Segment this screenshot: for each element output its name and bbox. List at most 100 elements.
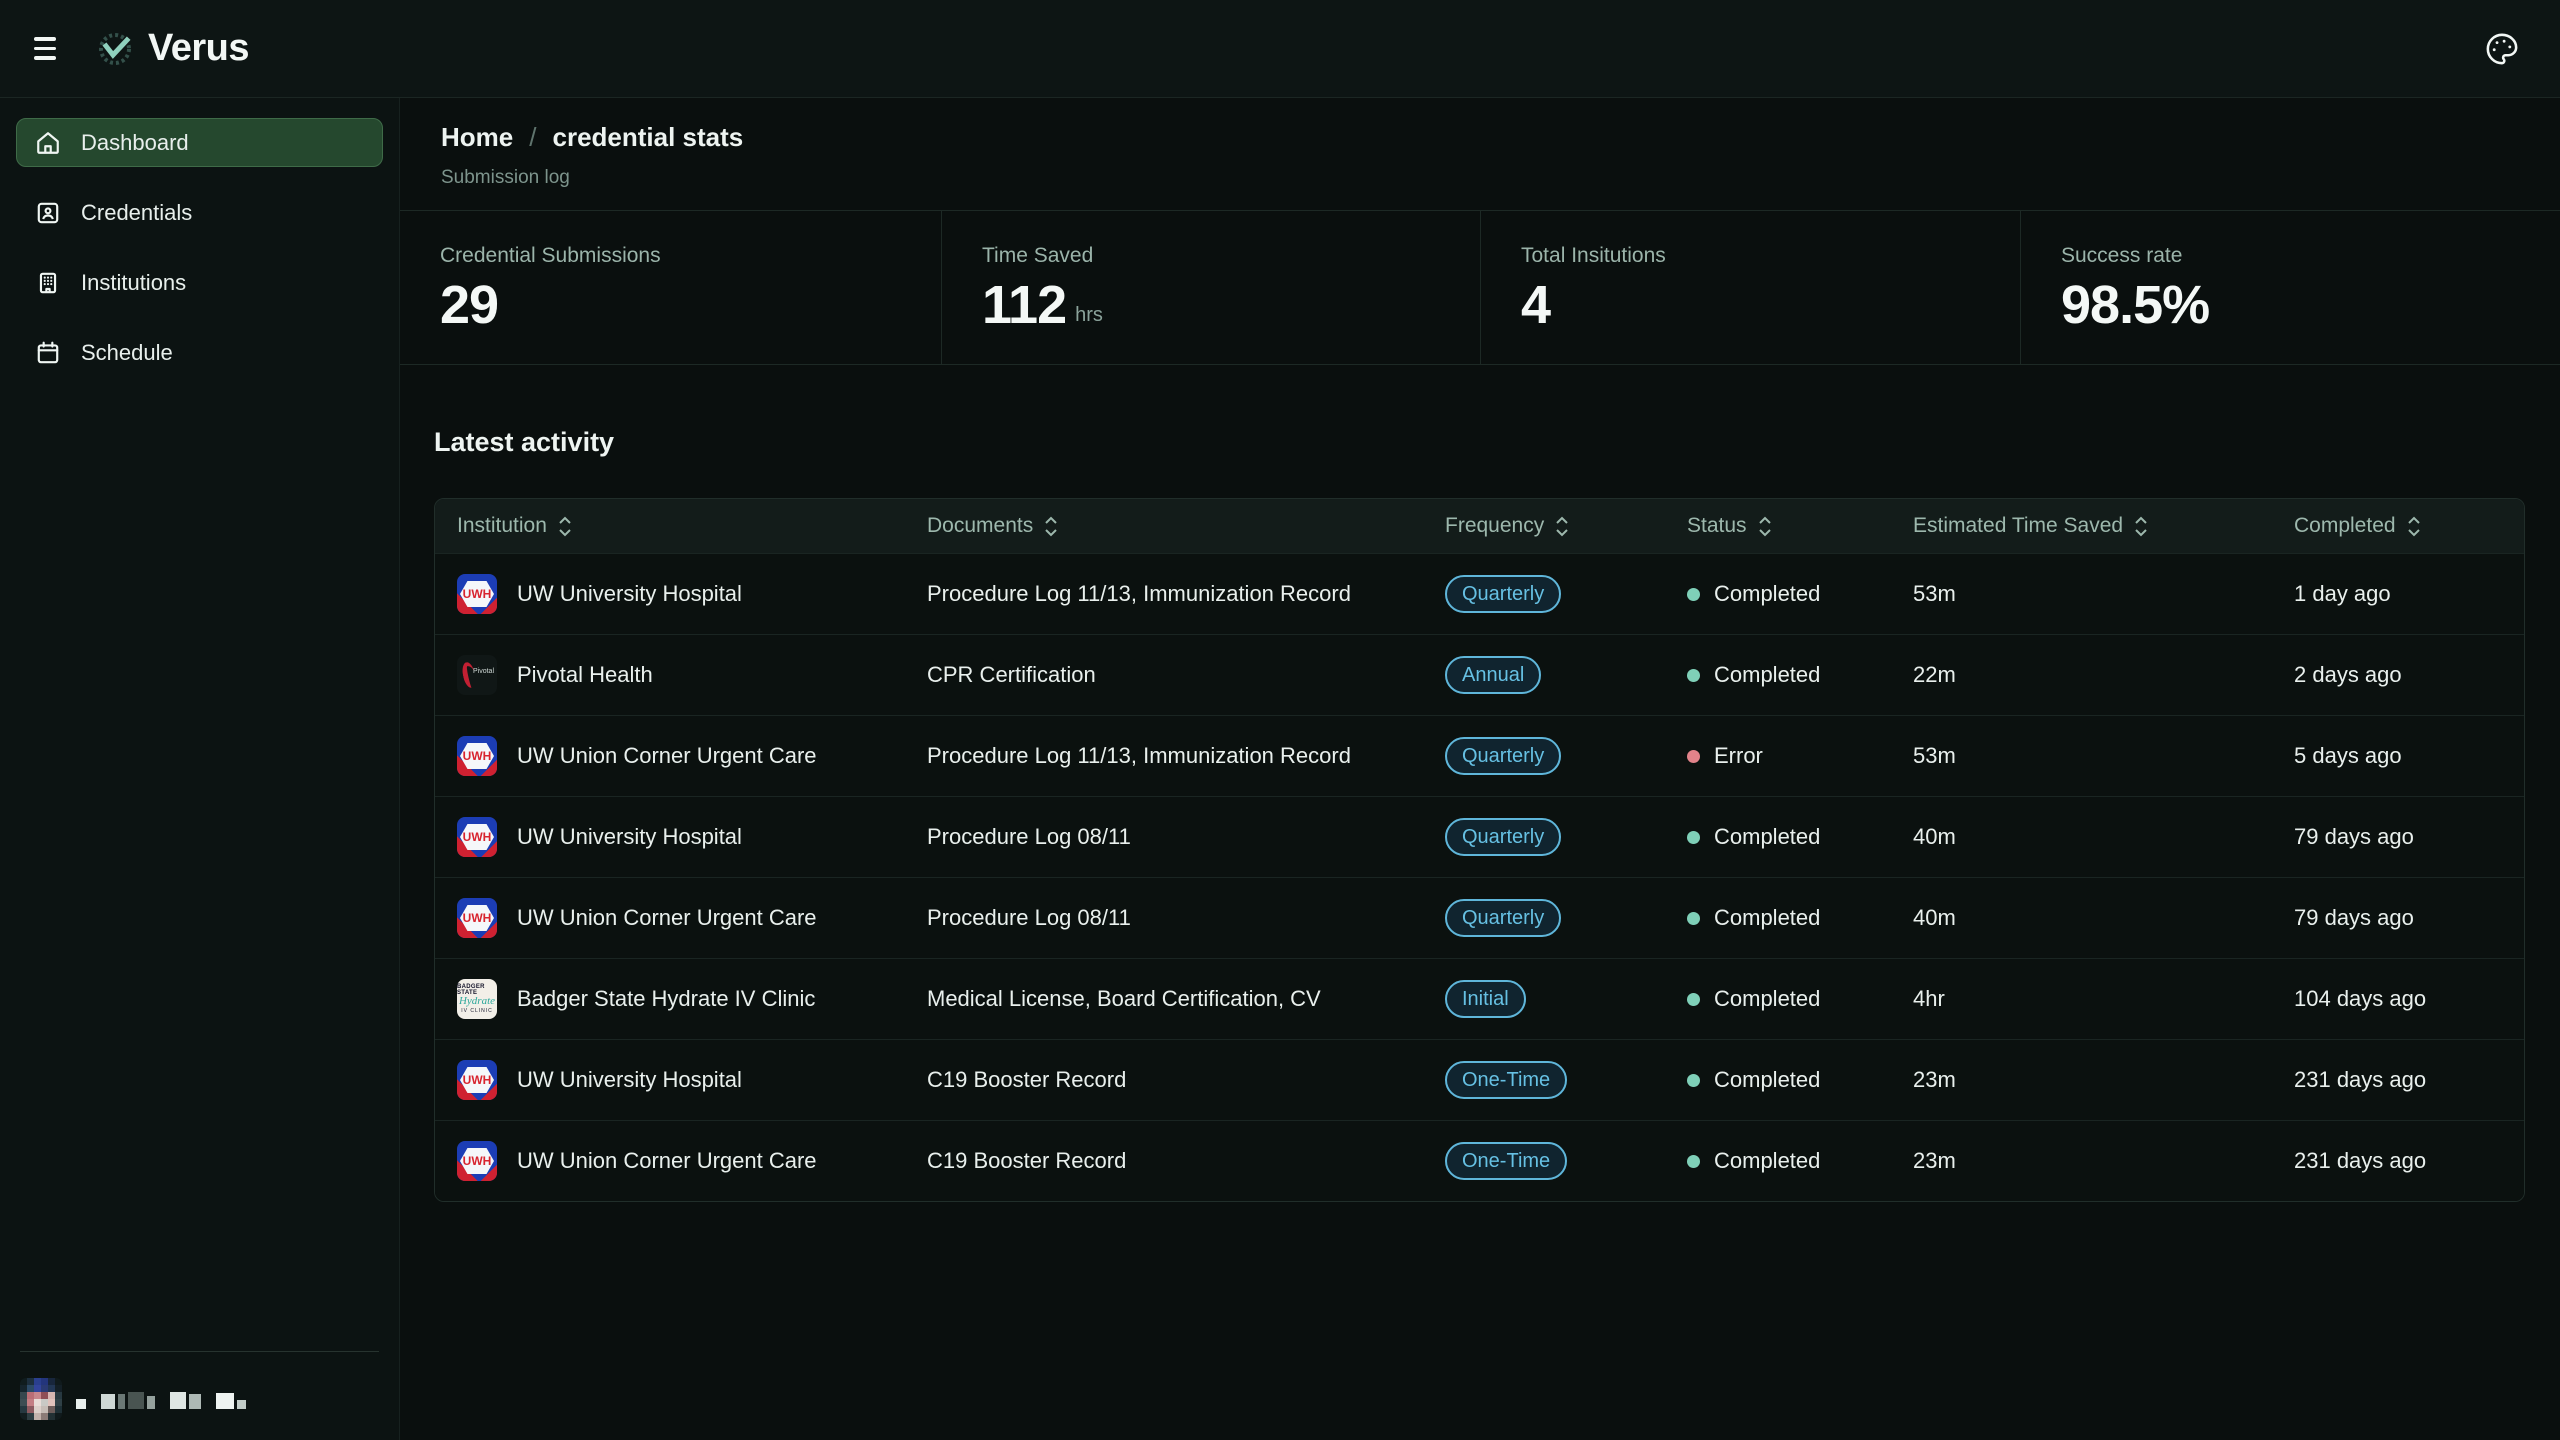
frequency-cell: One-Time [1445,1142,1687,1180]
documents-cell: Procedure Log 08/11 [927,905,1445,931]
institution-name: Pivotal Health [517,662,653,688]
table-row[interactable]: UWH UW University Hospital C19 Booster R… [435,1039,2524,1120]
column-label: Status [1687,514,1747,538]
institution-cell: UWH UW Union Corner Urgent Care [457,736,927,776]
table-row[interactable]: UWH UW Union Corner Urgent Care Procedur… [435,715,2524,796]
completed-cell: 104 days ago [2294,986,2502,1012]
table-row[interactable]: UWH UW Union Corner Urgent Care C19 Boos… [435,1120,2524,1201]
sort-icon[interactable] [1044,516,1058,537]
frequency-badge: Annual [1445,656,1541,694]
theme-palette-icon[interactable] [2478,25,2526,73]
status-dot-icon [1687,669,1700,682]
status-cell: Completed [1687,986,1913,1012]
status-cell: Completed [1687,581,1913,607]
column-label: Frequency [1445,514,1544,538]
sidebar-item-institutions[interactable]: Institutions [16,258,383,307]
status-cell: Completed [1687,1148,1913,1174]
status-text: Completed [1714,1148,1820,1174]
stat-label: Total Insitutions [1521,244,2020,268]
institution-logo-icon: Pivotal [457,655,497,695]
table-row[interactable]: UWH UW Union Corner Urgent Care Procedur… [435,877,2524,958]
frequency-cell: Quarterly [1445,899,1687,937]
sidebar-item-schedule[interactable]: Schedule [16,328,383,377]
stat-cell: Total Insitutions 4 [1480,211,2020,364]
status-dot-icon [1687,831,1700,844]
sidebar-item-label: Institutions [81,270,186,296]
sort-icon[interactable] [1758,516,1772,537]
institution-cell: UWH UW University Hospital [457,574,927,614]
column-header[interactable]: Frequency [1445,514,1687,538]
table-row[interactable]: UWH UW University Hospital Procedure Log… [435,553,2524,634]
sidebar-item-dashboard[interactable]: Dashboard [16,118,383,167]
breadcrumb-home[interactable]: Home [441,122,513,153]
status-text: Error [1714,743,1763,769]
sidebar-item-label: Dashboard [81,130,189,156]
stat-suffix: hrs [1075,304,1103,332]
sidebar-item-label: Schedule [81,340,173,366]
page-subtitle: Submission log [441,167,2560,189]
status-text: Completed [1714,662,1820,688]
user-profile[interactable] [16,1378,383,1420]
status-dot-icon [1687,1155,1700,1168]
status-dot-icon [1687,588,1700,601]
frequency-badge: One-Time [1445,1061,1567,1099]
institution-logo-icon: UWH [457,574,497,614]
table-row[interactable]: BADGER STATEHydrateIV CLINIC Badger Stat… [435,958,2524,1039]
frequency-cell: Annual [1445,656,1687,694]
breadcrumb: Home / credential stats [441,122,2560,153]
sort-icon[interactable] [2134,516,2148,537]
status-dot-icon [1687,750,1700,763]
column-label: Institution [457,514,547,538]
calendar-icon [35,340,61,366]
completed-cell: 5 days ago [2294,743,2502,769]
time-saved-cell: 40m [1913,824,2294,850]
stat-label: Time Saved [982,244,1480,268]
stat-label: Credential Submissions [440,244,941,268]
status-dot-icon [1687,993,1700,1006]
time-saved-cell: 40m [1913,905,2294,931]
column-header[interactable]: Estimated Time Saved [1913,514,2294,538]
status-cell: Completed [1687,662,1913,688]
status-text: Completed [1714,905,1820,931]
column-header[interactable]: Institution [457,514,927,538]
sidebar: Dashboard Credentials Institutions [0,98,400,1440]
frequency-badge: One-Time [1445,1142,1567,1180]
sidebar-item-credentials[interactable]: Credentials [16,188,383,237]
section-title: Latest activity [434,427,2560,458]
divider [20,1351,379,1352]
frequency-cell: Quarterly [1445,575,1687,613]
status-cell: Completed [1687,1067,1913,1093]
column-header[interactable]: Status [1687,514,1913,538]
column-header[interactable]: Documents [927,514,1445,538]
home-icon [35,130,61,156]
sidebar-footer [16,1351,383,1420]
column-header[interactable]: Completed [2294,514,2502,538]
column-label: Completed [2294,514,2396,538]
sort-icon[interactable] [2407,516,2421,537]
verus-logo-icon [96,30,134,68]
frequency-badge: Quarterly [1445,818,1561,856]
status-cell: Error [1687,743,1913,769]
sort-icon[interactable] [558,516,572,537]
status-text: Completed [1714,986,1820,1012]
menu-icon[interactable] [34,29,74,69]
documents-cell: Medical License, Board Certification, CV [927,986,1445,1012]
institution-logo-icon: UWH [457,1060,497,1100]
institution-name: UW University Hospital [517,581,742,607]
completed-cell: 79 days ago [2294,824,2502,850]
status-dot-icon [1687,1074,1700,1087]
table-row[interactable]: Pivotal Pivotal Health CPR Certification… [435,634,2524,715]
stats-band: Credential Submissions 29 Time Saved 112… [400,210,2560,365]
documents-cell: Procedure Log 11/13, Immunization Record [927,743,1445,769]
column-label: Documents [927,514,1033,538]
table-row[interactable]: UWH UW University Hospital Procedure Log… [435,796,2524,877]
frequency-cell: Quarterly [1445,818,1687,856]
stat-value: 4 [1521,278,1550,332]
sort-icon[interactable] [1555,516,1569,537]
documents-cell: CPR Certification [927,662,1445,688]
status-cell: Completed [1687,824,1913,850]
building-icon [35,270,61,296]
documents-cell: C19 Booster Record [927,1067,1445,1093]
table-header: Institution Documents Frequency Status [435,499,2524,553]
frequency-badge: Initial [1445,980,1526,1018]
